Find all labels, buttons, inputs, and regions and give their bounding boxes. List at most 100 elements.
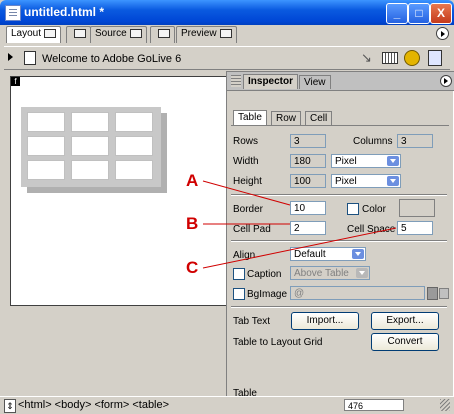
color-label: Color (362, 204, 386, 215)
page-properties-icon[interactable] (428, 50, 442, 66)
table-cell[interactable] (115, 160, 153, 180)
resize-grip-icon[interactable] (440, 399, 450, 411)
tab-view[interactable]: View (299, 75, 331, 89)
minimize-button[interactable]: _ (386, 3, 408, 24)
frame-icon (74, 28, 86, 38)
callout-letter: B (186, 214, 199, 233)
color-checkbox[interactable] (347, 203, 359, 215)
subtab-divider (231, 125, 449, 126)
chevron-down-icon (356, 268, 368, 278)
status-bar: ⇕ <html> <body> <form> <table> 476 (0, 396, 454, 414)
width-field[interactable]: 180 (290, 154, 326, 168)
callout-letter: C (186, 258, 199, 277)
caption-label: Caption (247, 269, 282, 280)
maximize-button[interactable]: □ (408, 3, 430, 24)
tab-preview[interactable]: Preview (176, 26, 237, 43)
caption-position-value: Above Table (294, 268, 349, 279)
inspector-palette[interactable]: Inspector View Table Row Cell Rows 3 Col… (226, 71, 454, 405)
page-title-field[interactable]: Welcome to Adobe GoLive 6 (42, 53, 181, 65)
height-unit-value: Pixel (335, 176, 357, 187)
divider (231, 240, 447, 242)
tab-preview-label: Preview (181, 28, 217, 39)
expand-arrow-icon[interactable] (8, 53, 13, 61)
subtab-cell[interactable]: Cell (305, 111, 333, 125)
caption-checkbox[interactable] (233, 268, 245, 280)
align-label: Align (233, 250, 256, 261)
divider (231, 306, 447, 308)
app-window: untitled.html * _ □ X Layout Source Prev… (0, 0, 454, 414)
callout-letter: A (186, 171, 199, 190)
columns-field[interactable]: 3 (397, 134, 433, 148)
cellpad-label: Cell Pad (233, 224, 271, 235)
window-size-field[interactable]: 476 (344, 399, 404, 411)
columns-label: Columns (353, 136, 393, 147)
height-unit-select[interactable]: Pixel (331, 174, 401, 188)
tab-inspector[interactable]: Inspector (243, 74, 299, 89)
border-label: Border (233, 204, 264, 215)
tabtext-label: Tab Text (233, 316, 271, 327)
bgimage-field[interactable]: @ (290, 286, 425, 300)
height-label: Height (233, 176, 262, 187)
editor-tabs: Layout Source Preview (4, 26, 450, 44)
align-select[interactable]: Default (290, 247, 366, 261)
table-cell[interactable] (71, 112, 109, 132)
table-cell[interactable] (27, 160, 65, 180)
folder-icon[interactable] (427, 287, 438, 300)
table-cell[interactable] (115, 136, 153, 156)
tab-frame[interactable] (66, 26, 91, 43)
convert-button[interactable]: Convert (371, 333, 439, 351)
bgimage-label: BgImage (247, 289, 288, 300)
table-cell[interactable] (115, 112, 153, 132)
table-cell[interactable] (27, 136, 65, 156)
width-unit-select[interactable]: Pixel (331, 154, 401, 168)
table-cell[interactable] (71, 160, 109, 180)
link-icon[interactable]: ↘ (361, 50, 372, 66)
document-toolbar: Welcome to Adobe GoLive 6 ↘ (4, 46, 450, 70)
table-cell[interactable] (27, 112, 65, 132)
title-bar[interactable]: untitled.html * _ □ X (0, 0, 454, 25)
cellspace-field[interactable]: 5 (397, 221, 433, 235)
source-icon (129, 28, 142, 38)
tab-source[interactable]: Source (90, 26, 147, 43)
table-cell[interactable] (71, 136, 109, 156)
settings-icon[interactable] (404, 50, 420, 66)
outline-icon (158, 28, 170, 38)
grid-icon[interactable] (382, 52, 398, 64)
height-field[interactable]: 100 (290, 174, 326, 188)
browse-icon[interactable] (439, 288, 449, 299)
width-label: Width (233, 156, 259, 167)
palette-grip-icon[interactable] (231, 75, 241, 87)
divider (231, 194, 447, 196)
tab-layout-label: Layout (11, 28, 42, 39)
tabs-menu-icon[interactable] (436, 27, 449, 40)
inspector-tabbar: Inspector View (227, 72, 454, 91)
caption-position-select[interactable]: Above Table (290, 266, 370, 280)
close-button[interactable]: X (430, 3, 452, 24)
tab-outline[interactable] (150, 26, 175, 43)
table-object[interactable] (21, 107, 175, 201)
palette-menu-icon[interactable] (440, 75, 452, 87)
layout-icon (44, 28, 57, 38)
preview-icon (219, 28, 232, 38)
tab-layout[interactable]: Layout (6, 26, 62, 43)
bgimage-checkbox[interactable] (233, 288, 245, 300)
window-title: untitled.html * (24, 5, 104, 19)
cellpad-field[interactable]: 2 (290, 221, 326, 235)
align-value: Default (294, 249, 326, 260)
layoutgrid-label: Table to Layout Grid (233, 337, 323, 348)
import-button[interactable]: Import... (291, 312, 359, 330)
rows-field[interactable]: 3 (290, 134, 326, 148)
width-unit-value: Pixel (335, 156, 357, 167)
subtab-row[interactable]: Row (271, 111, 302, 125)
border-field[interactable]: 10 (290, 201, 326, 215)
inspector-subtabs: Table Row Cell (233, 110, 403, 126)
up-down-arrows-icon[interactable]: ⇕ (4, 399, 16, 413)
export-button[interactable]: Export... (371, 312, 439, 330)
subtab-table[interactable]: Table (233, 110, 267, 125)
color-swatch[interactable] (399, 199, 435, 217)
tag-breadcrumb[interactable]: <html> <body> <form> <table> (18, 399, 169, 411)
chevron-down-icon (352, 249, 364, 259)
page-icon (24, 51, 36, 65)
document-icon (5, 5, 21, 21)
rows-label: Rows (233, 136, 259, 147)
